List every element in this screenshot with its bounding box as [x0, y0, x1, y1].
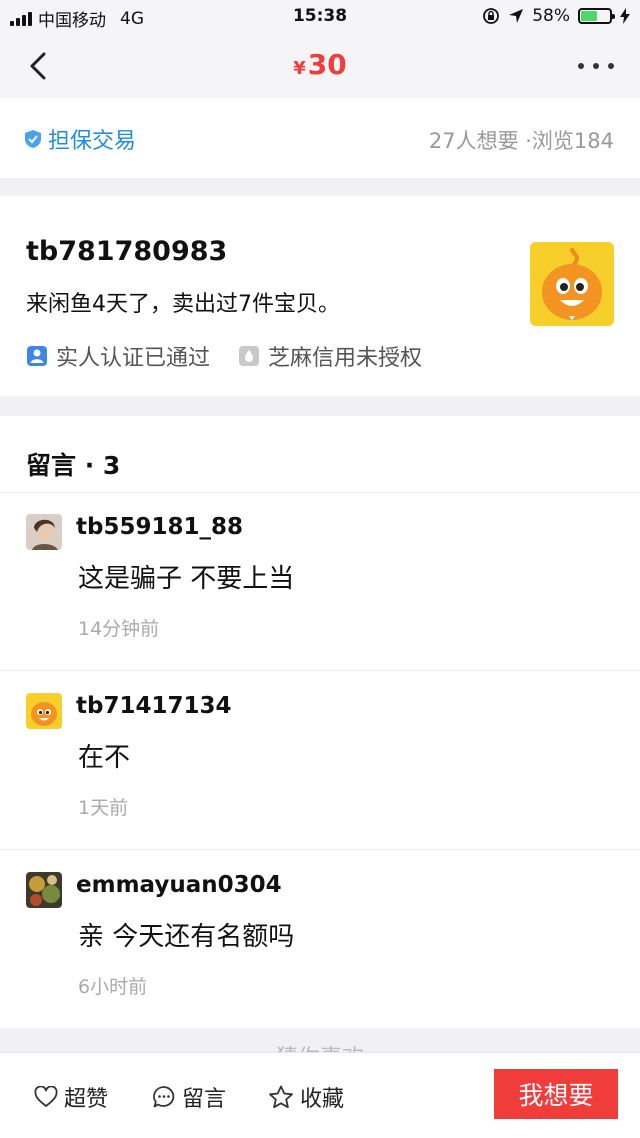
comment-time: 6小时前 [78, 976, 148, 998]
comment-item[interactable]: emmayuan0304 亲 今天还有名额吗 6小时前 [0, 850, 640, 1028]
want-view-stats: 27人想要 ·浏览184 [428, 129, 614, 153]
price-amount: 30 [307, 48, 347, 81]
comment-text: 这是骗子 不要上当 [78, 564, 295, 594]
seller-description: 来闲鱼4天了，卖出过7件宝贝。 [26, 292, 340, 317]
favorite-label: 收藏 [300, 1087, 345, 1112]
guarantee-badge[interactable]: 担保交易 [24, 123, 136, 155]
xianyu-mascot-icon [530, 242, 614, 326]
comment-time: 1天前 [78, 797, 129, 819]
comments-title: 留言 · 3 [26, 451, 121, 480]
heart-icon [34, 1086, 58, 1107]
like-label: 超赞 [64, 1087, 109, 1112]
seller-card[interactable]: tb781780983 来闲鱼4天了，卖出过7件宝贝。 实人认证已通过 芝麻信用… [0, 196, 640, 396]
comment-text: 亲 今天还有名额吗 [78, 922, 295, 952]
comment-text: 在不 [78, 743, 131, 773]
favorite-button[interactable]: 收藏 [268, 1081, 344, 1113]
comments-section: 留言 · 3 tb559181_88 这是骗子 不要上当 14分钟前 tb714… [0, 416, 640, 1028]
comment-time: 14分钟前 [78, 618, 160, 640]
verification-row: 实人认证已通过 芝麻信用未授权 [26, 340, 450, 372]
real-name-verification: 实人认证已通过 [26, 340, 210, 372]
battery-icon [578, 8, 615, 24]
verified-label: 实人认证已通过 [56, 346, 211, 371]
star-icon [269, 1085, 293, 1109]
commenter-avatar[interactable] [26, 872, 62, 908]
commenter-name[interactable]: tb71417134 [76, 693, 232, 719]
commenter-avatar[interactable] [26, 693, 62, 729]
like-button[interactable]: 超赞 [34, 1081, 108, 1113]
food-photo-icon [26, 872, 62, 908]
xianyu-mascot-icon [26, 693, 62, 729]
status-right: 58% [482, 6, 630, 26]
status-bar: 中国移动 4G 15:38 58% [0, 0, 640, 34]
more-dot-icon [578, 63, 584, 69]
battery-percent: 58% [532, 6, 570, 26]
sesame-credit[interactable]: 芝麻信用未授权 [238, 340, 422, 372]
recommend-title: 猜你喜欢 [0, 1040, 640, 1052]
charging-icon [620, 8, 630, 24]
recommend-section-peek: 猜你喜欢 [0, 1028, 640, 1052]
bottom-action-bar: 超赞 留言 收藏 我想要 [0, 1052, 640, 1138]
comment-button[interactable]: 留言 [152, 1081, 226, 1113]
orientation-lock-icon [483, 8, 500, 24]
nav-bar: ¥30 [0, 34, 640, 98]
more-button[interactable] [578, 52, 614, 80]
chat-bubble-icon [153, 1086, 175, 1108]
user-photo-icon [26, 514, 62, 550]
more-dot-icon [593, 63, 599, 69]
comment-item[interactable]: tb71417134 在不 1天前 [0, 671, 640, 849]
seller-avatar[interactable] [530, 242, 614, 326]
battery-fill [581, 11, 598, 21]
item-price: ¥30 [0, 48, 640, 81]
comment-label: 留言 [182, 1087, 227, 1112]
comment-item[interactable]: tb559181_88 这是骗子 不要上当 14分钟前 [0, 492, 640, 670]
commenter-name[interactable]: emmayuan0304 [76, 872, 282, 898]
credit-label: 芝麻信用未授权 [268, 346, 423, 371]
want-button[interactable]: 我想要 [494, 1069, 618, 1119]
section-gap [0, 178, 640, 196]
verified-user-icon [27, 346, 47, 366]
shield-icon [25, 130, 41, 148]
location-icon [509, 9, 524, 23]
sesame-credit-icon [239, 346, 260, 366]
section-gap [0, 396, 640, 416]
currency-symbol: ¥ [293, 58, 306, 79]
commenter-avatar[interactable] [26, 514, 62, 550]
more-dot-icon [608, 63, 614, 69]
seller-name[interactable]: tb781780983 [26, 236, 227, 267]
commenter-name[interactable]: tb559181_88 [76, 514, 243, 540]
guarantee-label: 担保交易 [48, 129, 137, 154]
guarantee-row: 担保交易 27人想要 ·浏览184 [0, 98, 640, 178]
